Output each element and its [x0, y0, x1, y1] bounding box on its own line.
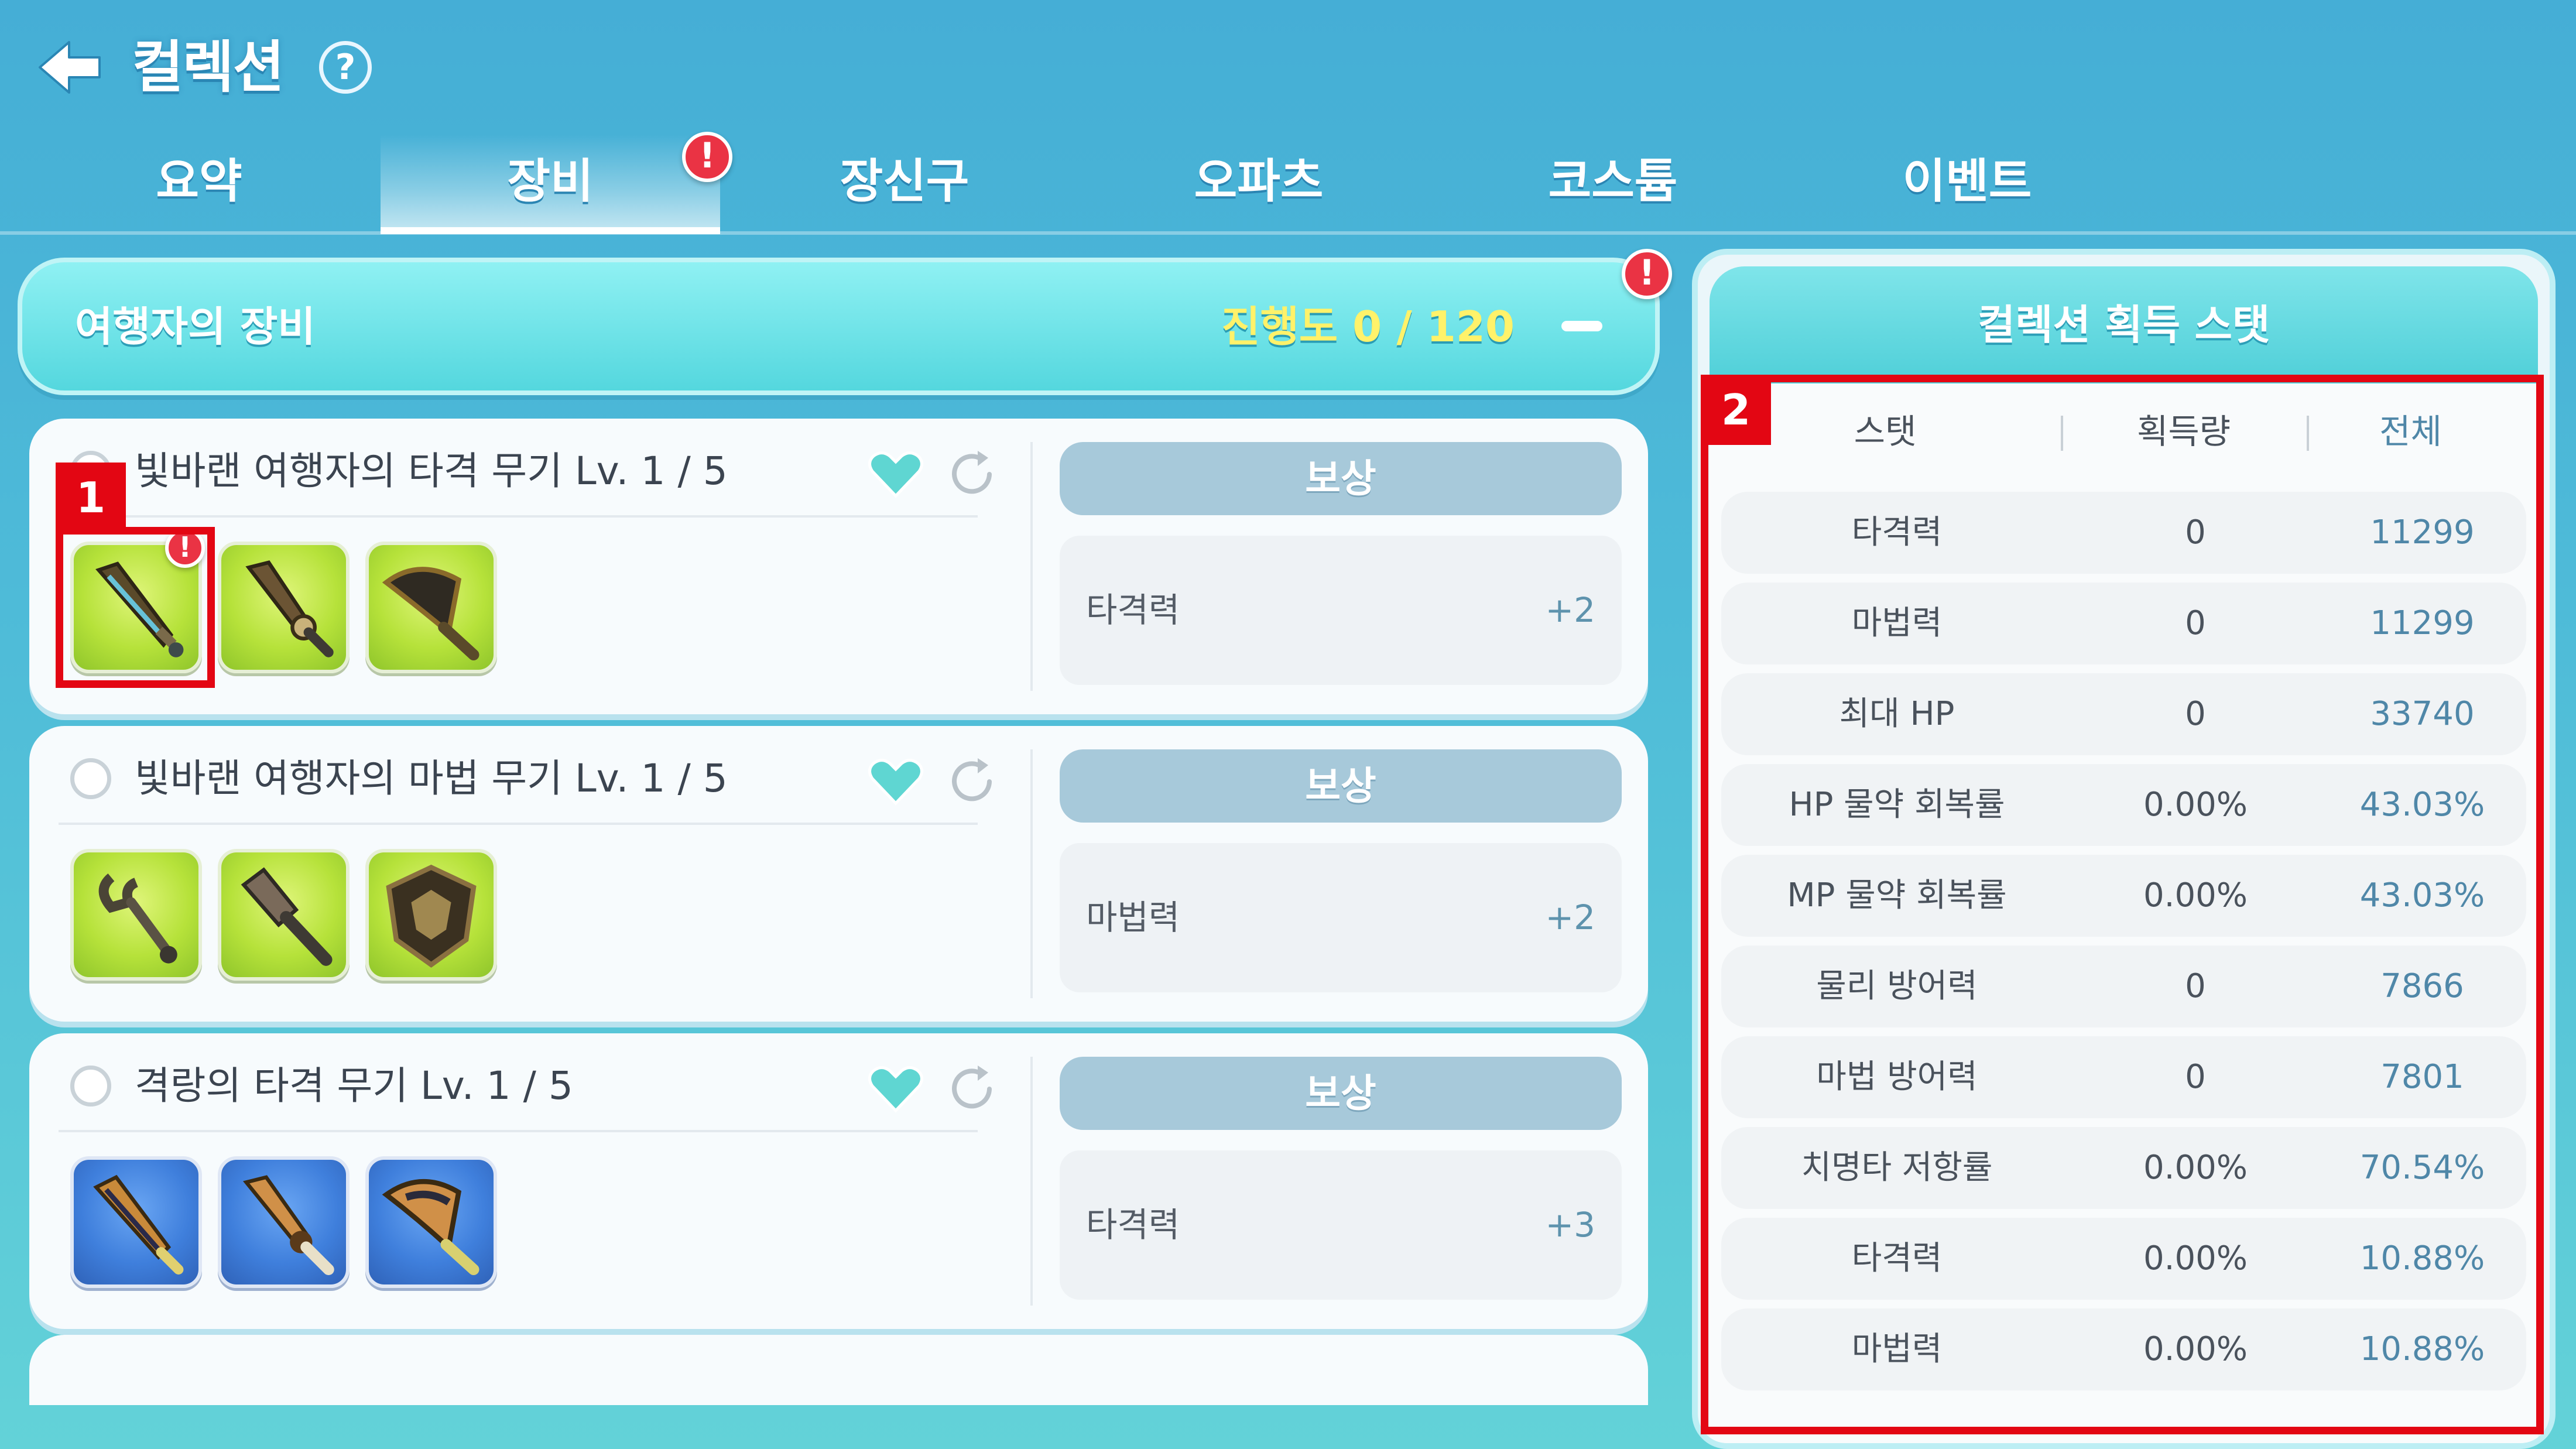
collection-name: 빛바랜 여행자의 마법 무기 Lv. 1 / 5 — [135, 756, 728, 801]
heart-favorite-icon[interactable] — [866, 448, 925, 501]
stats-title: 컬렉션 획득 스탯 — [1977, 301, 2270, 349]
tab-equipment[interactable]: 장비 — [381, 135, 720, 234]
item-slot[interactable] — [365, 849, 497, 981]
item-slot[interactable] — [218, 849, 350, 981]
item-slot[interactable] — [70, 849, 202, 981]
tab-divider — [0, 231, 2576, 235]
reward-info: 마법력 +2 — [1060, 843, 1622, 992]
reward-info: 타격력 +2 — [1060, 536, 1622, 685]
tab-event[interactable]: 이벤트 — [1797, 135, 2137, 234]
collection-name: 격랑의 타격 무기 Lv. 1 / 5 — [135, 1063, 573, 1108]
item-slot[interactable] — [365, 1156, 497, 1288]
collection-card: 빛바랜 여행자의 마법 무기 Lv. 1 / 5 보상 마법력 +2 — [29, 726, 1648, 1022]
group-progress: 진행도 0 / 120 — [1221, 302, 1515, 351]
reward-stat-name: 타격력 — [1086, 590, 1180, 630]
page-title: 컬렉션 — [132, 35, 285, 100]
annotation-box-1 — [56, 527, 215, 688]
item-slot[interactable] — [70, 1156, 202, 1288]
tab-accessory[interactable]: 장신구 — [735, 135, 1074, 234]
divider — [1030, 1057, 1033, 1306]
collection-name: 빛바랜 여행자의 타격 무기 Lv. 1 / 5 — [135, 448, 728, 494]
help-icon[interactable]: ? — [319, 41, 372, 94]
refresh-icon[interactable] — [943, 445, 1001, 503]
reward-info: 타격력 +3 — [1060, 1150, 1622, 1300]
refresh-icon[interactable] — [943, 752, 1001, 811]
heart-favorite-icon[interactable] — [866, 755, 925, 808]
tab-alert-badge: ! — [682, 132, 732, 182]
tab-equipment-label: 장비 — [507, 154, 594, 208]
item-slot[interactable] — [218, 542, 350, 673]
collection-group-header[interactable]: 여행자의 장비 진행도 0 / 120 — [18, 258, 1660, 395]
tab-oparts[interactable]: 오파츠 — [1089, 135, 1429, 234]
group-title: 여행자의 장비 — [75, 303, 316, 351]
divider — [59, 515, 978, 518]
reward-stat-value: +2 — [1545, 898, 1596, 937]
item-slot[interactable] — [218, 1156, 350, 1288]
tab-costume[interactable]: 코스튬 — [1443, 135, 1783, 234]
collection-card-partial — [29, 1335, 1648, 1405]
collapse-minus-icon[interactable] — [1561, 321, 1602, 331]
tab-summary[interactable]: 요약 — [29, 135, 369, 234]
reward-button[interactable]: 보상 — [1060, 1057, 1622, 1130]
divider — [59, 1130, 978, 1132]
annotation-label-1: 1 — [56, 463, 126, 533]
divider — [1030, 442, 1033, 691]
refresh-icon[interactable] — [943, 1060, 1001, 1118]
select-radio[interactable] — [70, 1066, 111, 1107]
reward-stat-value: +2 — [1545, 590, 1596, 630]
divider — [59, 823, 978, 825]
reward-stat-value: +3 — [1545, 1205, 1596, 1245]
select-radio[interactable] — [70, 758, 111, 799]
collection-card: 격랑의 타격 무기 Lv. 1 / 5 보상 타격력 +3 — [29, 1033, 1648, 1329]
collection-card: 빛바랜 여행자의 타격 무기 Lv. 1 / 5 ! 보상 타격력 +2 — [29, 419, 1648, 714]
heart-favorite-icon[interactable] — [866, 1063, 925, 1115]
group-alert-badge: ! — [1622, 249, 1672, 299]
item-slot[interactable] — [365, 542, 497, 673]
annotation-box-2 — [1701, 375, 2544, 1434]
stats-header: 컬렉션 획득 스탯 — [1710, 266, 2538, 383]
reward-button[interactable]: 보상 — [1060, 749, 1622, 823]
back-arrow-icon[interactable] — [35, 35, 105, 100]
reward-stat-name: 마법력 — [1086, 898, 1180, 937]
reward-button[interactable]: 보상 — [1060, 442, 1622, 515]
divider — [1030, 749, 1033, 998]
annotation-label-2: 2 — [1701, 375, 1771, 445]
reward-stat-name: 타격력 — [1086, 1205, 1180, 1245]
